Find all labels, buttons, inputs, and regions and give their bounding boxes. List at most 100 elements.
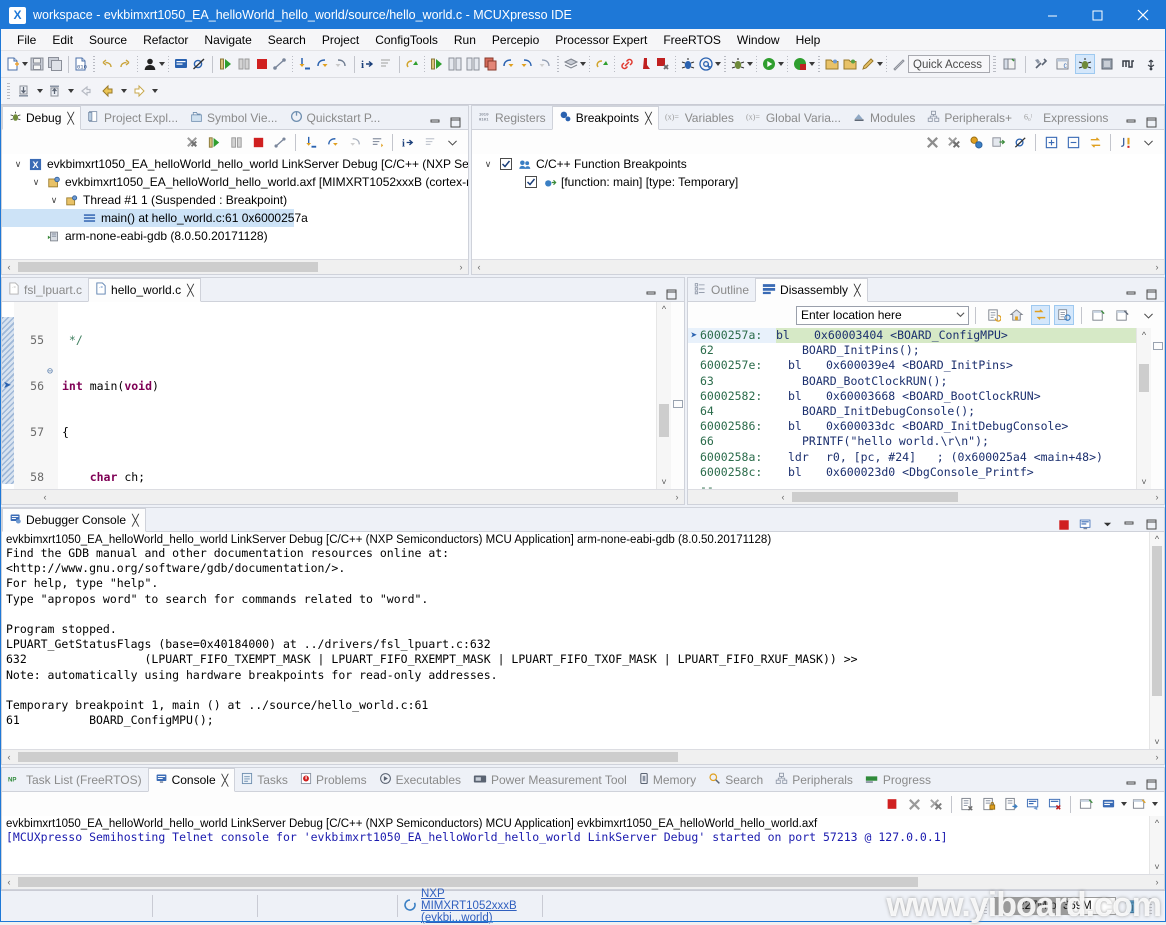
maximize-view-icon[interactable] [1145,116,1158,129]
tab-disassembly[interactable]: Disassembly ╳ [755,278,868,302]
vscroll-track[interactable] [1150,830,1164,860]
forward-icon[interactable] [129,81,149,101]
tab-breakpoints[interactable]: Breakpoints ╳ [552,106,659,130]
tab-registers[interactable]: 10100101 Registers [472,107,552,129]
menu-help[interactable]: Help [788,31,829,49]
forward-dropdown-icon[interactable] [150,81,159,101]
drop-to-frame-icon[interactable] [367,132,387,152]
save-all-icon[interactable] [47,54,63,74]
open-console-icon[interactable] [173,54,189,74]
breakpoint-types-icon[interactable] [966,132,986,152]
minimize-view-icon[interactable] [1125,778,1138,791]
expand-twisty-icon[interactable]: ∨ [12,159,24,170]
terminate-remove-icon[interactable] [655,54,671,74]
tab-outline[interactable]: Outline [688,279,755,301]
scroll-up-icon[interactable]: ^ [1155,816,1159,830]
hscroll-track[interactable] [486,261,1150,273]
refresh-disassembly-icon[interactable] [983,305,1003,325]
debug-icon[interactable] [680,54,696,74]
debugger-console-hscrollbar[interactable]: ‹ › [2,749,1164,764]
disassembly-rows[interactable]: ➤ 6000257a: bl0x60003404 <BOARD_ConfigMP… [688,328,1136,489]
new-file-dropdown-icon[interactable] [22,54,28,74]
layers-icon[interactable] [563,54,579,74]
disassembly-row[interactable]: 6000257e: bl0x600039e4 <BOARD_InitPins> [688,358,1136,373]
tab-peripherals[interactable]: Peripherals [769,769,859,791]
step-return-icon[interactable] [333,54,349,74]
editor-vscrollbar[interactable]: ^ ˅ [656,302,671,489]
step-return-icon[interactable] [345,132,365,152]
editor-body[interactable]: ➤ 55 56 57 58 59 60 61 62 63 64 65 66 [2,302,684,489]
scroll-right-icon[interactable]: › [454,262,468,272]
tab-hello-world-c[interactable]: .c hello_world.c ╳ [88,278,201,302]
scroll-right-icon[interactable]: › [1150,752,1164,762]
copy-icon[interactable] [483,54,499,74]
tab-hello-world-close-icon[interactable]: ╳ [187,284,194,297]
disassembly-row-source[interactable]: 64 BOARD_InitDebugConsole(); [688,404,1136,419]
console-dropdown-icon[interactable] [1101,518,1114,531]
scroll-down-icon[interactable]: ˅ [1154,735,1159,749]
debug-view-hscrollbar[interactable]: ‹ › [2,259,468,274]
clear-console-icon[interactable] [957,794,977,814]
hscroll-track[interactable] [16,876,1150,888]
scroll-right-icon[interactable]: › [1150,492,1164,502]
menu-window[interactable]: Window [729,31,788,49]
new-console-icon[interactable] [1129,794,1149,814]
back-dropdown-icon[interactable] [119,81,128,101]
hscroll-track[interactable] [16,751,1150,763]
step-return3-icon[interactable] [537,54,553,74]
open-folder2-icon[interactable] [842,54,858,74]
tab-debugger-console[interactable]: Debugger Console ╳ [2,508,146,532]
maximize-view-icon[interactable] [665,288,678,301]
debugger-console-vscrollbar[interactable]: ^ ˅ [1149,532,1164,749]
user-profile-icon[interactable] [142,54,158,74]
open-console-dropdown-icon[interactable] [1119,794,1128,814]
edit-pencil-icon[interactable] [860,54,876,74]
console-vscrollbar[interactable]: ^ ˅ [1149,816,1164,874]
maximize-view-icon[interactable] [1145,288,1158,301]
close-button[interactable] [1120,1,1165,29]
step-return2-icon[interactable] [519,54,535,74]
menu-refactor[interactable]: Refactor [135,31,196,49]
terminate-console-icon[interactable] [1057,518,1070,531]
tree-row-stack-frame[interactable]: main() at hello_world.c:61 0x6000257a [2,209,294,227]
maximize-button[interactable] [1075,1,1120,29]
maximize-view-icon[interactable] [449,116,462,129]
breakpoints-view-hscrollbar[interactable]: ‹ › [472,259,1164,274]
hscroll-track[interactable] [52,491,670,503]
new-console-dropdown-icon[interactable] [1150,794,1159,814]
link-to-debug-view-icon[interactable] [988,132,1008,152]
back-history-icon[interactable] [76,81,96,101]
scroll-lock-icon[interactable] [979,794,999,814]
breakpoint-group-checkbox[interactable] [498,157,513,171]
minimize-view-icon[interactable] [1125,116,1138,129]
new-disassembly-view-icon[interactable] [1089,305,1109,325]
menu-file[interactable]: File [9,31,44,49]
disassembly-row-source[interactable]: 66 PRINTF("hello world.\r\n"); [688,434,1136,449]
terminate-all-icon[interactable] [182,132,202,152]
step-into-selection-icon[interactable] [378,54,394,74]
vscroll-thumb[interactable] [1152,546,1162,696]
scroll-down-icon[interactable]: ˅ [1154,860,1159,874]
debug-tree[interactable]: ∨ X evkbimxrt1050_EA_helloWorld_hello_wo… [2,154,468,259]
terminate-console-icon[interactable] [882,794,902,814]
debugger-console-body[interactable]: evkbimxrt1050_EA_helloWorld_hello_world … [2,532,1164,749]
scroll-down-icon[interactable]: ˅ [661,475,666,489]
perspective-trace-icon[interactable] [1119,54,1139,74]
expand-twisty-icon[interactable]: ∨ [48,195,60,206]
disassembly-row-source[interactable]: 62 BOARD_InitPins(); [688,343,1136,358]
tab-search[interactable]: Search [702,769,769,791]
scroll-left-icon[interactable]: ‹ [2,877,16,887]
heap-monitor[interactable]: 227M of 369M [994,897,1116,915]
resume-icon[interactable] [218,54,234,74]
disassembly-vscrollbar[interactable]: ^ ˅ [1136,328,1151,489]
breakpoints-tree[interactable]: ∨ C/C++ Function Breakpoints [472,154,1164,259]
link-breakpoints-icon[interactable] [1085,132,1105,152]
tab-variables[interactable]: (x)= Variables [659,107,740,129]
step-over2-icon[interactable] [501,54,517,74]
minimize-view-icon[interactable] [429,116,442,129]
tab-project-explorer[interactable]: Project Expl... [81,107,184,129]
debug-configurations-icon[interactable] [730,54,746,74]
view-menu-icon[interactable] [1138,305,1158,325]
expand-twisty-icon[interactable]: ∨ [482,159,494,170]
debug-configurations-dropdown-icon[interactable] [747,54,753,74]
